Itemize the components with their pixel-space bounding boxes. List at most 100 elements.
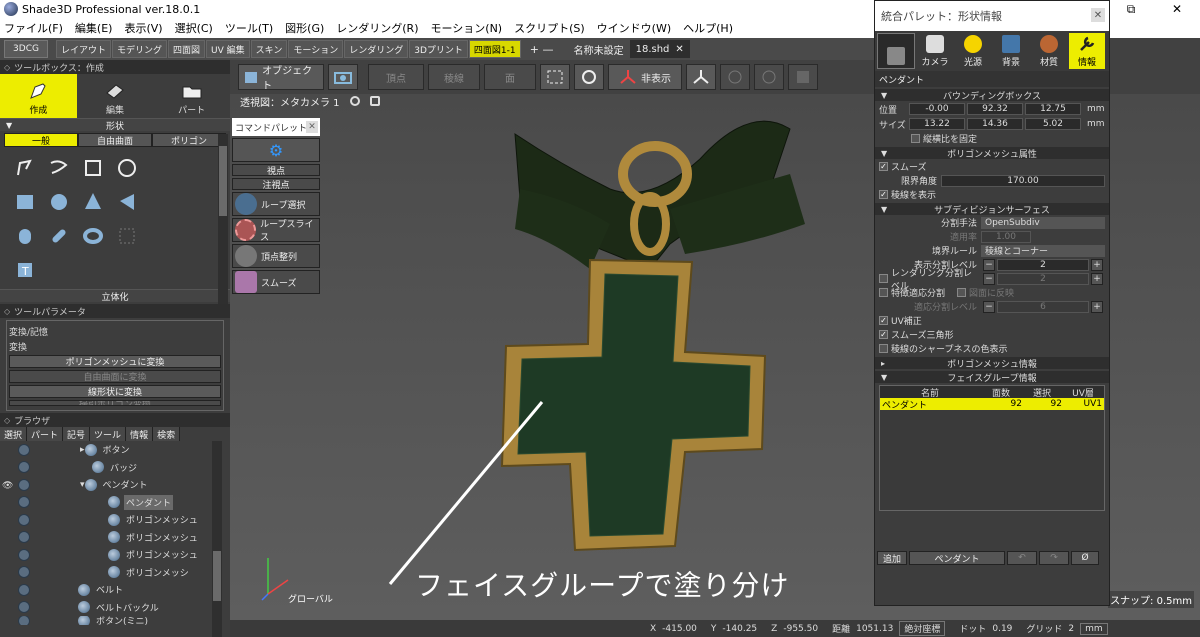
browser-tab-info[interactable]: 情報 — [126, 427, 154, 441]
tool-sphere[interactable] — [42, 185, 76, 219]
edge-mode-button[interactable]: 稜線 — [428, 64, 480, 90]
doc-tab-untitled[interactable]: 名称未設定 — [568, 40, 630, 58]
display-level-field[interactable]: 2 — [997, 258, 1089, 271]
close-button[interactable]: ✕ — [1154, 0, 1200, 18]
browser-tab-select[interactable]: 選択 — [0, 427, 28, 441]
smooth-checkbox[interactable]: ✓ — [879, 162, 888, 171]
menu-window[interactable]: ウインドウ(W) — [597, 20, 671, 36]
world-axis-button[interactable] — [686, 64, 716, 90]
tab-light[interactable]: 光源 — [955, 33, 991, 69]
refresh-button[interactable] — [574, 64, 604, 90]
snap2-button[interactable] — [754, 64, 784, 90]
convert-polymesh-button[interactable]: ポリゴンメッシュに変換 — [9, 355, 221, 368]
tree-item[interactable]: ポリゴンメッシュ — [0, 529, 230, 547]
object-name-field[interactable]: ペンダント — [875, 71, 1109, 87]
mode-tab-four-view[interactable]: 四面図 — [168, 40, 206, 58]
table-row[interactable]: ペンダント 92 92 UV1 — [880, 398, 1104, 411]
uv-correct-row[interactable]: ✓ UV補正 — [879, 314, 1105, 327]
size-x-field[interactable]: 13.22 — [909, 118, 965, 130]
browser-tab-tool[interactable]: ツール — [90, 427, 127, 441]
tool-cone[interactable] — [76, 185, 110, 219]
tree-item[interactable]: ベルト — [0, 581, 230, 599]
tool-rectangle[interactable] — [76, 151, 110, 185]
tab-camera[interactable]: カメラ — [917, 33, 953, 69]
object-mode-button[interactable]: オブジェクト — [238, 64, 324, 92]
pos-y-field[interactable]: 92.32 — [967, 103, 1023, 115]
tool-null[interactable] — [110, 219, 144, 253]
tool-curve[interactable] — [42, 151, 76, 185]
axis-mode-label[interactable]: グローバル — [288, 592, 333, 605]
menu-shape[interactable]: 図形(G) — [285, 20, 324, 36]
menu-tool[interactable]: ツール(T) — [225, 20, 273, 36]
tab-create[interactable]: 作成 — [0, 74, 77, 118]
hide-button[interactable]: 非表示 — [608, 64, 682, 90]
collapse-icon[interactable]: ◇ — [4, 63, 10, 72]
menu-edit[interactable]: 編集(E) — [75, 20, 113, 36]
menu-select[interactable]: 選択(C) — [175, 20, 213, 36]
redo-icon[interactable]: ↷ — [1039, 551, 1069, 565]
render-level-plus[interactable]: + — [1091, 272, 1103, 285]
tool-torus[interactable] — [76, 219, 110, 253]
smooth-tri-checkbox[interactable]: ✓ — [879, 330, 888, 339]
mode-tab-custom[interactable]: 四面図1-1 — [468, 40, 521, 58]
tool-circle[interactable] — [110, 151, 144, 185]
tool-capsule[interactable] — [42, 219, 76, 253]
show-edges-row[interactable]: ✓ 稜線を表示 — [879, 188, 1105, 201]
clear-button[interactable]: Ø — [1071, 551, 1099, 565]
feature-adaptive-checkbox[interactable] — [879, 288, 888, 297]
subdiv-rate-field[interactable]: 1.00 — [981, 230, 1031, 243]
adaptive-level-field[interactable]: 6 — [997, 300, 1089, 313]
tree-item[interactable]: 👁 ▾ ペンダント — [0, 476, 230, 494]
menu-help[interactable]: ヘルプ(H) — [683, 20, 733, 36]
adaptive-level-minus[interactable]: − — [983, 300, 995, 313]
mode-tab-uv[interactable]: UV 編集 — [206, 40, 250, 58]
collapse-icon[interactable]: ▼ — [6, 121, 12, 130]
render-level-checkbox[interactable] — [879, 274, 888, 283]
tab-edit[interactable]: 編集 — [76, 74, 154, 118]
tab-shape[interactable] — [877, 33, 915, 69]
mode-tab-skin[interactable]: スキン — [250, 40, 288, 58]
menu-render[interactable]: レンダリング(R) — [336, 20, 418, 36]
boundary-rule-select[interactable]: 稜線とコーナー — [981, 244, 1105, 257]
vertex-mode-button[interactable]: 頂点 — [368, 64, 424, 90]
browser-scrollbar[interactable] — [212, 441, 222, 637]
show-edges-checkbox[interactable]: ✓ — [879, 190, 888, 199]
polymesh-attr-section-title[interactable]: ▼ ポリゴンメッシュ属性 — [875, 147, 1109, 160]
menu-motion[interactable]: モーション(N) — [431, 20, 503, 36]
loop-select-button[interactable]: ループ選択 — [232, 192, 320, 216]
vertex-align-button[interactable]: 頂点整列 — [232, 244, 320, 268]
fix-ratio-checkbox[interactable] — [911, 134, 920, 143]
uv-correct-checkbox[interactable]: ✓ — [879, 316, 888, 325]
mode-tab-modeling[interactable]: モデリング — [112, 40, 168, 58]
apply-to-drawing-checkbox[interactable] — [957, 288, 967, 297]
render-level-minus[interactable]: − — [983, 272, 995, 285]
add-facegroup-button[interactable]: 追加 — [877, 551, 907, 565]
tab-free-surface[interactable]: 自由曲面 — [78, 133, 152, 147]
menu-script[interactable]: スクリプト(S) — [514, 20, 585, 36]
close-icon[interactable]: ✕ — [675, 44, 683, 55]
subdiv-section-title[interactable]: ▼ サブディビジョンサーフェス — [875, 203, 1109, 216]
face-mode-button[interactable]: 面 — [484, 64, 536, 90]
render-level-field[interactable]: 2 — [997, 272, 1089, 285]
doc-tab-18shd[interactable]: 18.shd ✕ — [629, 40, 690, 58]
edge-sharpness-row[interactable]: 稜線のシャープネスの色表示 — [879, 342, 1105, 355]
display-level-minus[interactable]: − — [983, 258, 995, 271]
menu-view[interactable]: 表示(V) — [124, 20, 162, 36]
box-view-button[interactable] — [788, 64, 818, 90]
collapse-icon[interactable]: ◇ — [4, 307, 10, 316]
pos-z-field[interactable]: 12.75 — [1025, 103, 1081, 115]
subdiv-method-select[interactable]: OpenSubdiv — [981, 216, 1105, 229]
edge-sharpness-checkbox[interactable] — [879, 344, 888, 353]
convert-freesurface-button[interactable]: 自由曲面に変換 — [9, 370, 221, 383]
tool-open-line[interactable] — [8, 151, 42, 185]
camera-button[interactable] — [328, 64, 358, 90]
eye-icon[interactable]: 👁 — [2, 481, 13, 491]
restore-button[interactable]: ⧉ — [1108, 0, 1154, 18]
tab-material[interactable]: 材質 — [1031, 33, 1067, 69]
smooth-tri-row[interactable]: ✓ スムーズ三角形 — [879, 328, 1105, 341]
smooth-button[interactable]: スムーズ — [232, 270, 320, 294]
size-z-field[interactable]: 5.02 — [1025, 118, 1081, 130]
mode-3dcg-button[interactable]: 3DCG — [4, 40, 48, 58]
browser-tab-search[interactable]: 検索 — [153, 427, 181, 441]
menu-file[interactable]: ファイル(F) — [4, 20, 63, 36]
